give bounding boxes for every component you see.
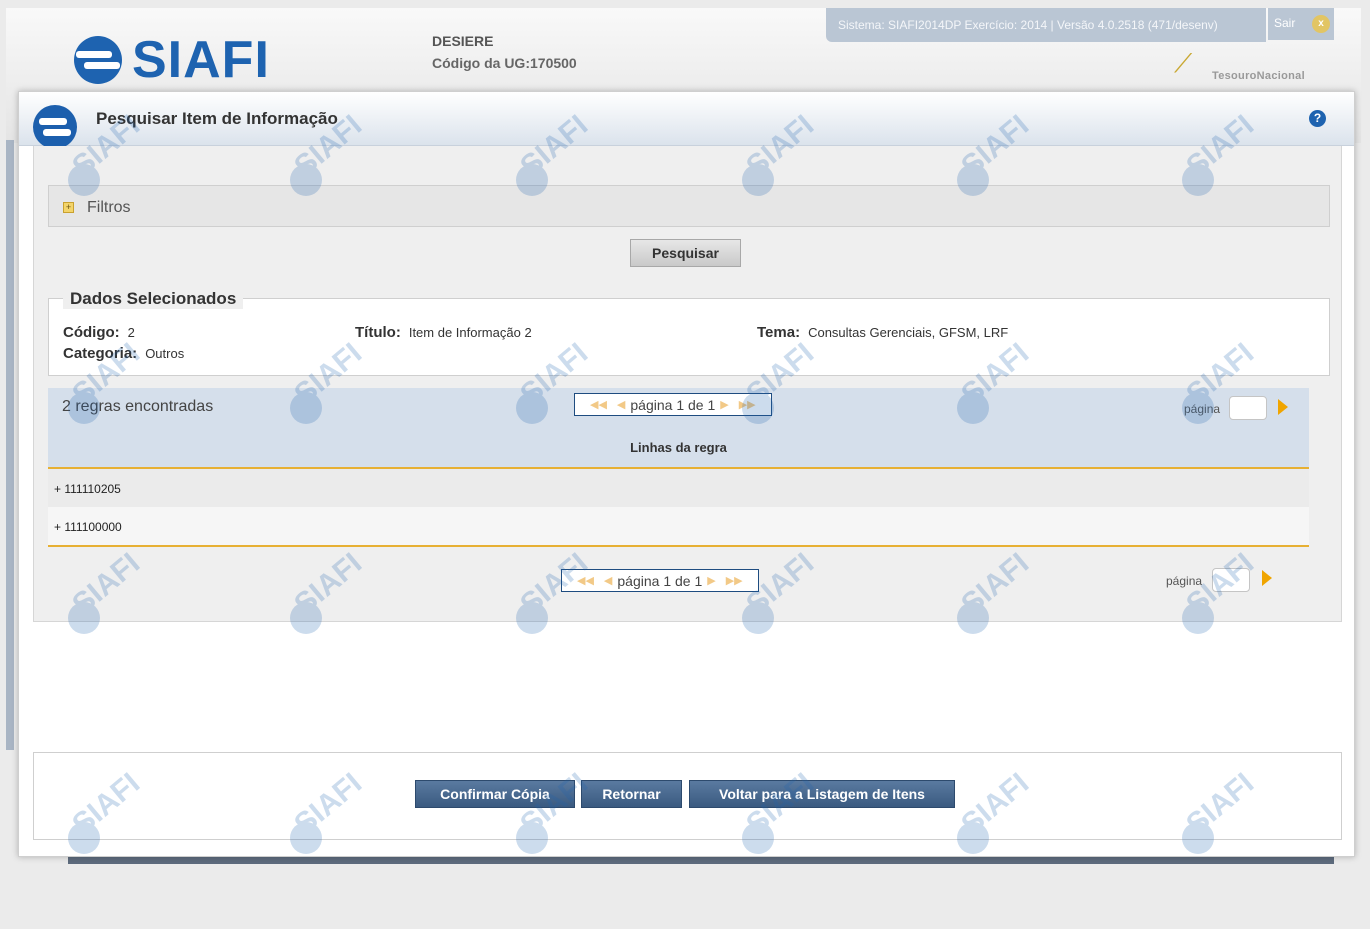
- help-icon[interactable]: ?: [1309, 110, 1326, 127]
- next-page-icon[interactable]: ▶: [707, 574, 715, 587]
- pager-text: página 1 de 1: [617, 572, 703, 589]
- tesouro-mark-icon: ⟋: [1174, 48, 1193, 78]
- pager-text: página 1 de 1: [630, 396, 716, 413]
- regras-grid: 2 regras encontradas ◀◀ ◀ página 1 de 1 …: [48, 388, 1309, 548]
- confirmar-copia-button[interactable]: Confirmar Cópia: [415, 780, 575, 808]
- last-page-icon[interactable]: ▶▶: [726, 574, 743, 587]
- page-label: página: [1166, 574, 1203, 588]
- last-page-icon[interactable]: ▶▶: [739, 398, 756, 411]
- first-page-icon[interactable]: ◀◀: [590, 398, 607, 411]
- org-name: DESIERE: [432, 33, 494, 49]
- go-page-icon[interactable]: [1278, 399, 1288, 415]
- siafi-logo-icon: [74, 36, 122, 84]
- codigo-label: Código:: [63, 324, 120, 341]
- grid-bottom-border: [48, 545, 1309, 547]
- siafi-logo: SIAFI: [68, 30, 270, 90]
- next-page-icon[interactable]: ▶: [720, 398, 728, 411]
- pesquisar-item-modal: Pesquisar Item de Informação ? + Filtros…: [18, 91, 1355, 857]
- close-icon: x: [1312, 15, 1330, 33]
- system-info-text: Sistema: SIAFI2014DP Exercício: 2014 | V…: [838, 18, 1218, 32]
- app-left-edge: [6, 140, 14, 750]
- column-header: Linhas da regra: [48, 425, 1309, 469]
- retornar-button[interactable]: Retornar: [581, 780, 682, 808]
- filtros-label[interactable]: Filtros: [87, 199, 131, 217]
- categoria-label: Categoria:: [63, 345, 138, 362]
- page-input[interactable]: [1212, 568, 1250, 592]
- expand-icon[interactable]: +: [63, 202, 74, 213]
- codigo-field: Código: 2: [63, 324, 135, 341]
- grid-toolbar: 2 regras encontradas ◀◀ ◀ página 1 de 1 …: [48, 388, 1309, 425]
- logo-text: SIAFI: [132, 31, 270, 89]
- pesquisar-button[interactable]: Pesquisar: [630, 239, 741, 267]
- tema-label: Tema:: [757, 324, 801, 341]
- categoria-value: Outros: [145, 346, 185, 361]
- titulo-label: Título:: [355, 324, 401, 341]
- content-panel: + Filtros Pesquisar Dados Selecionados C…: [33, 146, 1342, 622]
- bottom-pager: ◀◀ ◀ página 1 de 1 ▶ ▶▶: [561, 569, 759, 592]
- siafi-round-logo-icon: [33, 105, 77, 149]
- ug-info: Código da UG:170500: [432, 55, 577, 71]
- first-page-icon[interactable]: ◀◀: [577, 574, 594, 587]
- modal-title-bar: Pesquisar Item de Informação ?: [19, 92, 1354, 149]
- page-input[interactable]: [1229, 396, 1267, 420]
- tema-value: Consultas Gerenciais, GFSM, LRF: [808, 325, 1009, 340]
- filtros-panel[interactable]: + Filtros: [48, 185, 1330, 227]
- prev-page-icon[interactable]: ◀: [617, 398, 625, 411]
- categoria-field: Categoria: Outros: [63, 345, 184, 362]
- org-info: DESIERE Código da UG:170500: [432, 33, 577, 71]
- sair-button[interactable]: Sair x: [1268, 8, 1334, 40]
- footer-panel: Confirmar Cópia Retornar Voltar para a L…: [33, 752, 1342, 840]
- table-row[interactable]: + 111110205: [48, 469, 1309, 507]
- grid-count: 2 regras encontradas: [62, 398, 214, 415]
- top-pager: ◀◀ ◀ página 1 de 1 ▶ ▶▶: [574, 393, 772, 416]
- dados-selecionados-fieldset: Dados Selecionados Código: 2 Título: Item …: [48, 289, 1330, 376]
- prev-page-icon[interactable]: ◀: [604, 574, 612, 587]
- dados-legend: Dados Selecionados: [63, 289, 244, 309]
- system-info-bar: Sistema: SIAFI2014DP Exercício: 2014 | V…: [826, 8, 1266, 42]
- tesouro-label: TesouroNacional: [1212, 70, 1305, 82]
- codigo-value: 2: [127, 325, 135, 340]
- tema-field: Tema: Consultas Gerenciais, GFSM, LRF: [757, 324, 1008, 341]
- go-page-icon[interactable]: [1262, 570, 1272, 586]
- titulo-value: Item de Informação 2: [408, 325, 532, 340]
- titulo-field: Título: Item de Informação 2: [355, 324, 532, 341]
- page-label: página: [1184, 402, 1221, 416]
- ug-label: Código da UG:: [432, 55, 530, 71]
- ug-value: 170500: [530, 55, 577, 71]
- column-header-label: Linhas da regra: [630, 440, 727, 455]
- voltar-listagem-button[interactable]: Voltar para a Listagem de Itens: [689, 780, 955, 808]
- sair-label: Sair: [1274, 16, 1296, 30]
- table-row[interactable]: + 111100000: [48, 507, 1309, 545]
- modal-title: Pesquisar Item de Informação: [96, 109, 338, 128]
